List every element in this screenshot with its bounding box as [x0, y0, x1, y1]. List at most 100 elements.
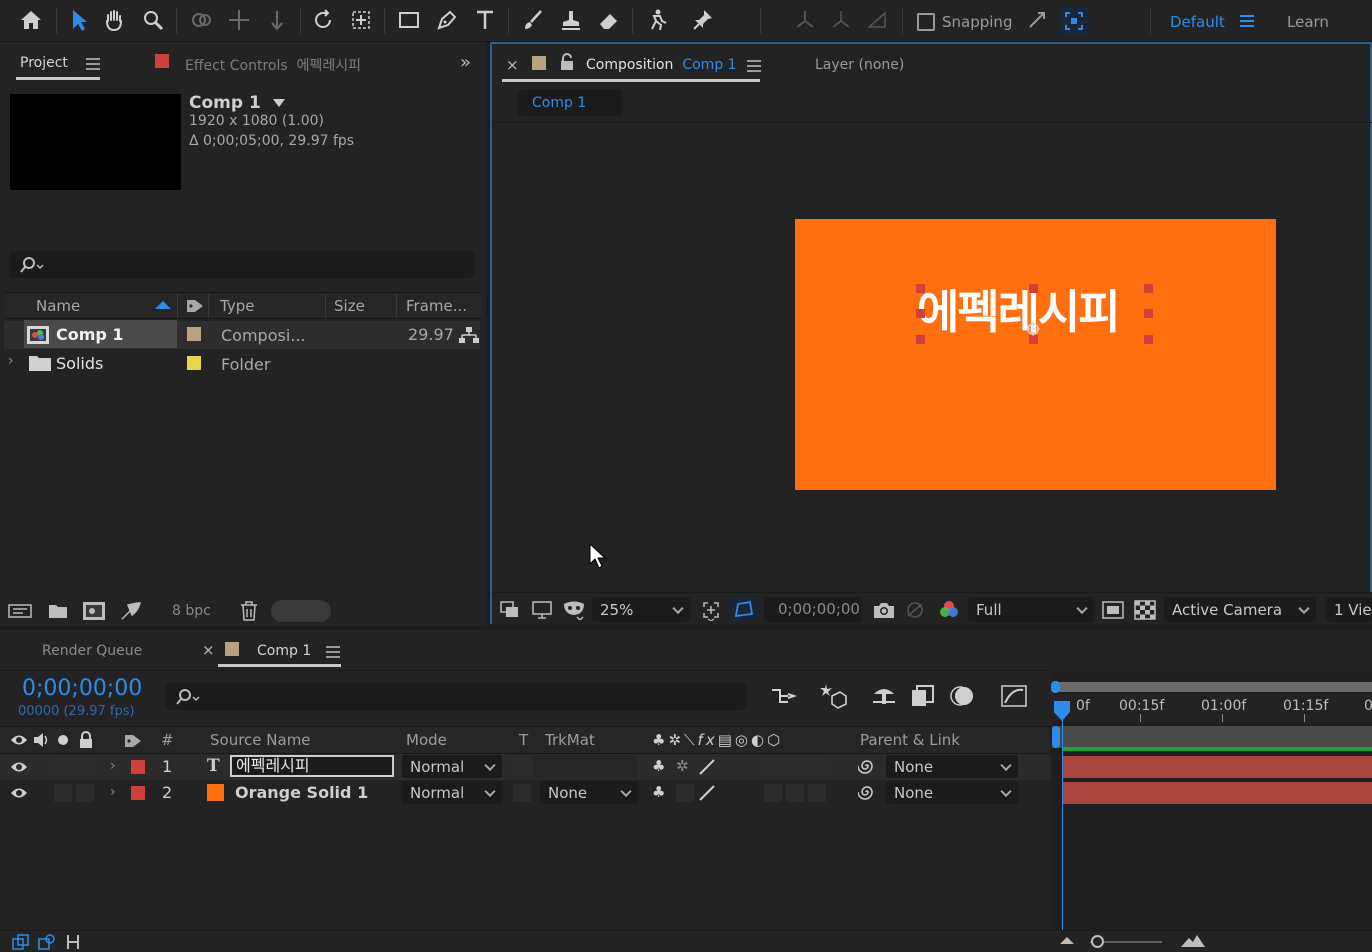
transform-handle[interactable]	[1144, 284, 1153, 293]
expand-arrow-icon[interactable]: ›	[110, 784, 116, 800]
close-tab-icon[interactable]: ×	[202, 641, 215, 659]
transform-handle[interactable]	[1029, 284, 1038, 293]
new-composition-icon[interactable]	[82, 601, 106, 621]
project-settings-icon[interactable]	[120, 601, 142, 621]
brush-tool-icon[interactable]	[518, 5, 548, 35]
layer-name[interactable]: Orange Solid 1	[235, 783, 368, 802]
rotation-tool-icon[interactable]	[308, 5, 338, 35]
eye-icon[interactable]	[10, 786, 28, 800]
tab-composition[interactable]: Composition Comp 1	[586, 57, 737, 73]
zoom-tool-icon[interactable]	[138, 5, 168, 35]
zoom-dropdown[interactable]: 25%	[592, 597, 690, 622]
monitor-icon[interactable]	[532, 601, 552, 619]
timeline-zoom-handle[interactable]	[1091, 935, 1104, 948]
type-tool-icon[interactable]	[470, 5, 500, 35]
toggle-mask-path-button[interactable]	[730, 596, 758, 622]
pen-tool-icon[interactable]	[432, 5, 462, 35]
timeline-search-input[interactable]	[166, 683, 746, 710]
thumbnail-scroll[interactable]	[271, 600, 331, 622]
collapse-switch-icon[interactable]: ✲	[676, 757, 689, 775]
layer-trkmat-dropdown[interactable]: None	[540, 781, 638, 804]
label-tag-icon[interactable]	[124, 733, 142, 749]
puppet-pin-tool-icon[interactable]	[688, 5, 718, 35]
local-axis-mode-icon[interactable]	[790, 5, 820, 35]
transform-handle[interactable]	[916, 284, 925, 293]
timeline-layer-row-1[interactable]: › 1 T 에펙레시피 Normal ♣ ✲ None	[0, 754, 1050, 780]
show-snapshot-icon[interactable]	[904, 600, 926, 620]
col-layer-number[interactable]: #	[161, 731, 174, 749]
panel-menu-icon[interactable]	[747, 60, 761, 72]
panel-menu-icon[interactable]	[326, 646, 340, 658]
project-item-comp[interactable]: Comp 1 Composi... 29.97	[4, 320, 480, 349]
lock-icon[interactable]	[78, 731, 94, 749]
tab-timeline-comp[interactable]: Comp 1	[257, 643, 311, 659]
item-label-color[interactable]	[187, 356, 201, 370]
transform-handle[interactable]	[916, 335, 925, 344]
timeline-current-time[interactable]: 0;00;00;00	[22, 676, 142, 701]
in-out-toggle-icon[interactable]	[64, 934, 82, 950]
transform-handle[interactable]	[1144, 335, 1153, 344]
col-name[interactable]: Name	[36, 297, 80, 315]
graph-editor-icon[interactable]	[1000, 684, 1028, 708]
close-tab-icon[interactable]: ×	[506, 56, 519, 74]
work-area-start-handle[interactable]	[1052, 726, 1060, 748]
anchor-point-tool-icon[interactable]	[346, 5, 376, 35]
transfer-controls-toggle-icon[interactable]	[38, 934, 56, 950]
composition-canvas[interactable]: 에펙레시피	[795, 219, 1276, 490]
world-axis-mode-icon[interactable]	[826, 5, 856, 35]
extend-snapping-button[interactable]	[1059, 6, 1089, 36]
home-icon[interactable]	[16, 5, 46, 35]
tab-effect-controls[interactable]: Effect Controls 에펙레시피	[185, 55, 361, 75]
expand-arrow-icon[interactable]: ›	[110, 758, 116, 774]
pick-whip-icon[interactable]	[858, 783, 876, 801]
layer-parent-dropdown[interactable]: None	[886, 755, 1018, 778]
col-parent-link[interactable]: Parent & Link	[860, 731, 960, 749]
time-navigator-start-handle[interactable]	[1051, 681, 1060, 693]
item-label-color[interactable]	[187, 327, 201, 341]
zoom-out-icon[interactable]	[1060, 937, 1074, 944]
preview-frame-icon[interactable]	[500, 601, 520, 619]
quality-switch-icon[interactable]	[698, 758, 716, 776]
views-dropdown[interactable]: 1 View	[1326, 597, 1372, 622]
eraser-tool-icon[interactable]	[594, 5, 624, 35]
bpc-button[interactable]: 8 bpc	[172, 603, 211, 619]
workspace-menu-icon[interactable]	[1240, 15, 1254, 27]
roto-brush-tool-icon[interactable]	[642, 5, 672, 35]
project-item-solids[interactable]: › Solids Folder	[4, 350, 480, 378]
snap-edges-icon[interactable]	[1022, 5, 1052, 35]
layer-label-color[interactable]	[131, 786, 145, 800]
camera-dropdown[interactable]: Active Camera	[1164, 597, 1316, 622]
hand-tool-icon[interactable]	[100, 5, 130, 35]
clone-stamp-tool-icon[interactable]	[556, 5, 586, 35]
tab-layer[interactable]: Layer (none)	[815, 57, 904, 73]
anchor-point-icon[interactable]	[1025, 321, 1041, 337]
region-of-interest-icon[interactable]	[1102, 600, 1124, 620]
mask-visibility-icon[interactable]	[562, 600, 588, 620]
breadcrumb-comp[interactable]: Comp 1	[518, 90, 622, 116]
layer-parent-dropdown[interactable]: None	[886, 781, 1018, 804]
panel-overflow-icon[interactable]: »	[460, 52, 471, 73]
new-folder-icon[interactable]	[48, 603, 68, 619]
transform-handle[interactable]	[1144, 309, 1153, 318]
col-trkmat[interactable]: TrkMat	[545, 731, 595, 749]
layer-mode-dropdown[interactable]: Normal	[402, 781, 502, 804]
resolution-dropdown[interactable]: Full	[968, 597, 1094, 622]
timeline-layer-row-2[interactable]: › 2 Orange Solid 1 Normal None ♣ None	[0, 780, 1050, 806]
panel-menu-icon[interactable]	[86, 58, 100, 70]
layer-name-input[interactable]: 에펙레시피	[230, 755, 394, 777]
shy-switch-icon[interactable]: ♣	[652, 757, 665, 775]
col-source-name[interactable]: Source Name	[210, 731, 311, 749]
col-t[interactable]: T	[519, 731, 528, 749]
col-size[interactable]: Size	[334, 297, 365, 315]
layer-switches-toggle-icon[interactable]	[12, 934, 30, 950]
composition-mini-flowchart-icon[interactable]	[770, 684, 798, 708]
dolly-camera-icon[interactable]	[262, 5, 292, 35]
flowchart-icon[interactable]	[459, 326, 479, 344]
tab-render-queue[interactable]: Render Queue	[42, 643, 142, 659]
col-frame-rate[interactable]: Frame...	[406, 297, 467, 315]
layer-2-duration-bar[interactable]	[1062, 782, 1372, 804]
label-tag-icon[interactable]	[186, 298, 204, 314]
tab-project[interactable]: Project	[20, 55, 68, 71]
draft-3d-icon[interactable]	[818, 682, 848, 710]
comp-info-name[interactable]: Comp 1	[189, 93, 285, 113]
